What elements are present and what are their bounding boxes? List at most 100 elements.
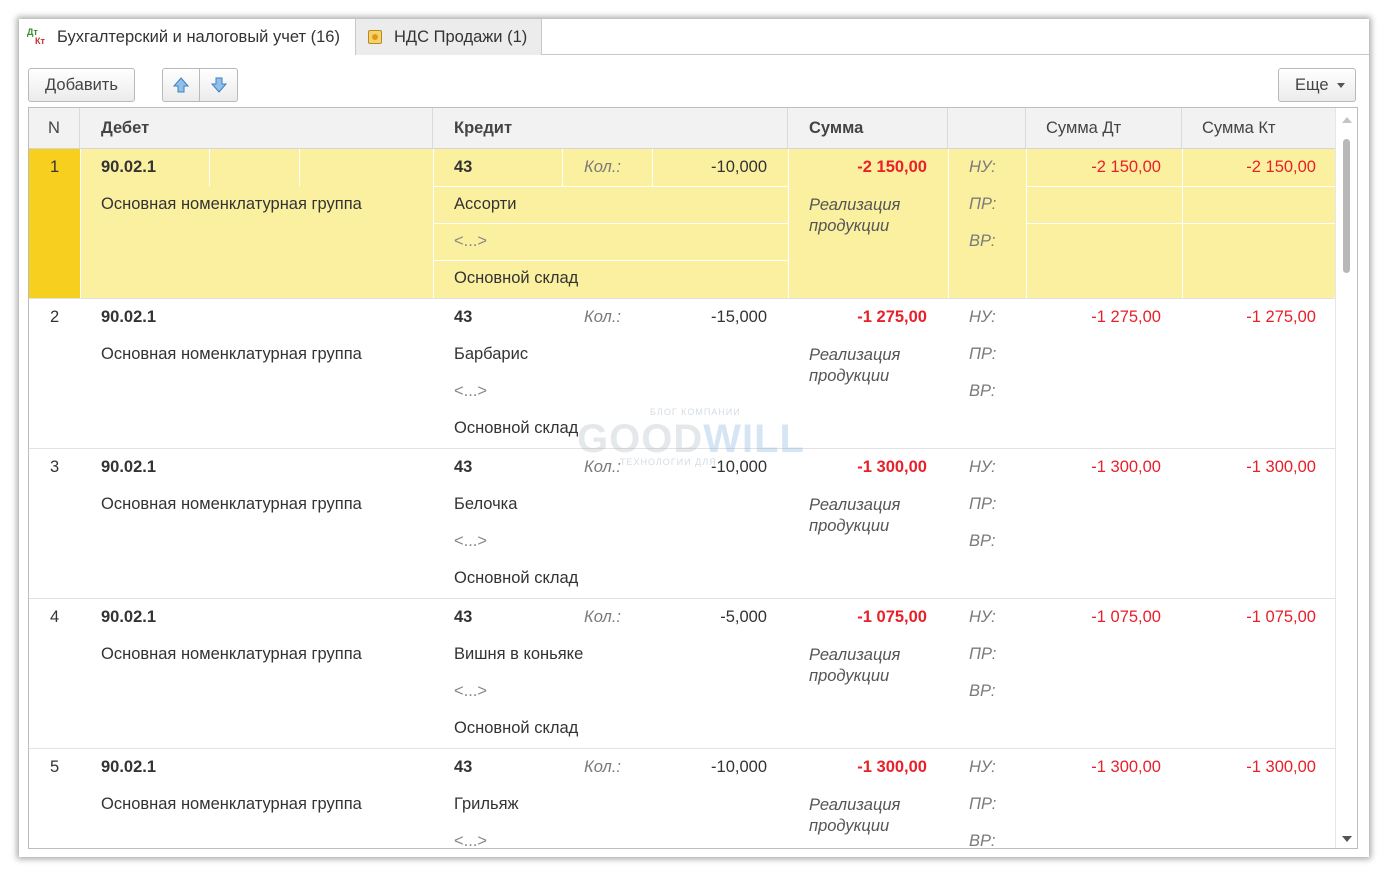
debit-account: 90.02.1 — [101, 308, 157, 326]
credit-subconto-warehouse: Основной склад — [454, 719, 579, 737]
credit-subconto-empty: <...> — [454, 532, 488, 550]
cell-divider — [562, 149, 563, 186]
col-header-n[interactable]: N — [29, 108, 80, 148]
pr-label: ПР: — [969, 195, 997, 213]
tab-vat-sales[interactable]: НДС Продажи (1) — [355, 19, 542, 55]
sum-kt-value: -2 150,00 — [1246, 158, 1316, 176]
credit-subconto-warehouse: Основной склад — [454, 269, 579, 287]
row-number: 1 — [50, 158, 60, 176]
sum-value: -1 300,00 — [857, 758, 927, 776]
row-number: 3 — [50, 458, 60, 476]
credit-subconto-empty: <...> — [454, 682, 488, 700]
credit-subconto-warehouse: Основной склад — [454, 419, 579, 437]
sum-dt-value: -1 300,00 — [1091, 758, 1161, 776]
table-row[interactable]: 4 90.02.1 Основная номенклатурная группа 43… — [29, 599, 1337, 749]
sum-dt-value: -1 275,00 — [1091, 308, 1161, 326]
sum-value: -2 150,00 — [857, 158, 927, 176]
row-number: 4 — [50, 608, 60, 626]
col-header-label: Сумма — [809, 118, 864, 137]
col-header-label: N — [48, 118, 60, 137]
credit-subconto-item: Грильяж — [454, 795, 519, 813]
add-button[interactable]: Добавить — [28, 68, 135, 102]
quantity-value: -15,000 — [711, 308, 767, 326]
quantity-label: Кол.: — [584, 308, 622, 326]
cell-divider — [209, 149, 210, 186]
vertical-scrollbar[interactable] — [1335, 108, 1357, 848]
cell-divider — [1026, 186, 1337, 187]
entry-content: Реализация продукции — [809, 346, 901, 385]
quantity-value: -5,000 — [720, 608, 767, 626]
more-button[interactable]: Еще — [1278, 68, 1356, 102]
dt-kt-icon: Дт Кт — [27, 27, 49, 47]
debit-subconto: Основная номенклатурная группа — [101, 645, 362, 663]
quantity-value: -10,000 — [711, 458, 767, 476]
col-header-debit[interactable]: Дебет — [80, 108, 433, 148]
sum-kt-value: -1 300,00 — [1246, 458, 1316, 476]
tab-accounting[interactable]: Дт Кт Бухгалтерский и налоговый учет (16… — [19, 19, 355, 55]
credit-account: 43 — [454, 458, 473, 476]
pr-label: ПР: — [969, 345, 997, 363]
tab-label: НДС Продажи (1) — [394, 27, 528, 46]
sum-value: -1 275,00 — [857, 308, 927, 326]
table-row[interactable]: 5 90.02.1 Основная номенклатурная группа 43… — [29, 749, 1337, 849]
pr-label: ПР: — [969, 645, 997, 663]
quantity-value: -10,000 — [711, 158, 767, 176]
nu-label: НУ: — [969, 758, 996, 776]
move-up-button[interactable] — [162, 68, 200, 102]
nu-label: НУ: — [969, 458, 996, 476]
debit-account: 90.02.1 — [101, 608, 157, 626]
nu-label: НУ: — [969, 158, 996, 176]
vr-label: ВР: — [969, 532, 996, 550]
col-header-sum-kt[interactable]: Сумма Кт — [1182, 108, 1337, 148]
debit-subconto: Основная номенклатурная группа — [101, 795, 362, 813]
row-number: 5 — [50, 758, 60, 776]
credit-subconto-item: Барбарис — [454, 345, 529, 363]
add-button-label: Добавить — [45, 75, 118, 94]
col-header-blank[interactable] — [948, 108, 1026, 148]
coins-icon — [368, 30, 382, 44]
debit-account: 90.02.1 — [101, 458, 157, 476]
col-header-sum[interactable]: Сумма — [788, 108, 948, 148]
cell-divider — [433, 260, 788, 261]
entry-content: Реализация продукции — [809, 196, 901, 235]
scrollbar-thumb[interactable] — [1343, 139, 1350, 273]
table-row[interactable]: 2 90.02.1 Основная номенклатурная группа 43… — [29, 299, 1337, 449]
row-number: 2 — [50, 308, 60, 326]
debit-subconto: Основная номенклатурная группа — [101, 345, 362, 363]
col-header-label: Дебет — [101, 118, 150, 137]
kt-icon-label: Кт — [35, 36, 45, 46]
col-header-credit[interactable]: Кредит — [433, 108, 788, 148]
entry-content: Реализация продукции — [809, 646, 901, 685]
nu-label: НУ: — [969, 608, 996, 626]
scroll-up-icon[interactable] — [1342, 117, 1352, 123]
quantity-label: Кол.: — [584, 758, 622, 776]
col-header-sum-dt[interactable]: Сумма Дт — [1026, 108, 1182, 148]
credit-subconto-empty: <...> — [454, 232, 488, 250]
table-row[interactable]: 1 90.02.1 Основная номенклатурная группа 43… — [29, 149, 1337, 299]
credit-account: 43 — [454, 158, 473, 176]
credit-subconto-empty: <...> — [454, 382, 488, 400]
sum-kt-value: -1 300,00 — [1246, 758, 1316, 776]
credit-account: 43 — [454, 758, 473, 776]
cell-divider — [80, 149, 81, 298]
arrow-down-icon — [210, 77, 227, 93]
scroll-down-icon[interactable] — [1342, 836, 1352, 842]
move-down-button[interactable] — [199, 68, 238, 102]
debit-account: 90.02.1 — [101, 158, 157, 176]
sum-dt-value: -2 150,00 — [1091, 158, 1161, 176]
sum-value: -1 075,00 — [857, 608, 927, 626]
quantity-label: Кол.: — [584, 608, 622, 626]
credit-subconto-item: Ассорти — [454, 195, 517, 213]
vr-label: ВР: — [969, 382, 996, 400]
vr-label: ВР: — [969, 832, 996, 849]
sum-kt-value: -1 075,00 — [1246, 608, 1316, 626]
col-header-label: Сумма Дт — [1046, 118, 1122, 137]
quantity-value: -10,000 — [711, 758, 767, 776]
col-header-label: Сумма Кт — [1202, 118, 1276, 137]
table-row[interactable]: 3 90.02.1 Основная номенклатурная группа 43… — [29, 449, 1337, 599]
arrow-up-icon — [173, 77, 189, 93]
entry-content: Реализация продукции — [809, 496, 901, 535]
cell-divider — [299, 149, 300, 186]
pr-label: ПР: — [969, 495, 997, 513]
table-header: N Дебет Кредит Сумма Сумма Дт Сумма Кт — [29, 108, 1337, 149]
